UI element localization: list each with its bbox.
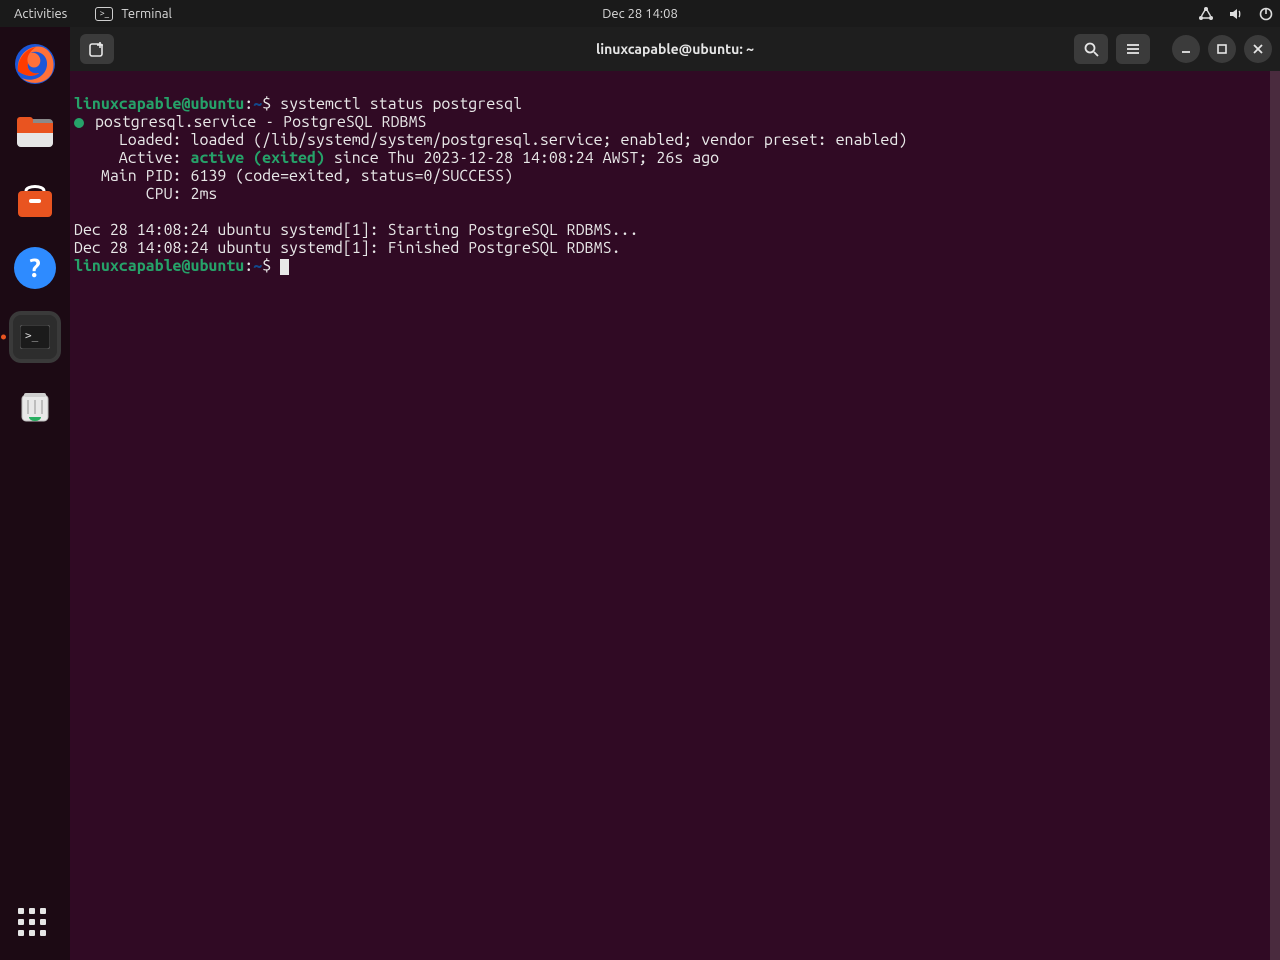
window-title: linuxcapable@ubuntu: ~	[596, 41, 754, 57]
dock-help[interactable]: ?	[10, 243, 60, 293]
app-menu[interactable]: >_ Terminal	[81, 0, 186, 27]
hamburger-menu-button[interactable]	[1116, 34, 1150, 64]
volume-icon[interactable]	[1228, 6, 1244, 22]
prompt-userhost: linuxcapable@ubuntu	[74, 95, 244, 113]
svg-text:?: ?	[29, 253, 40, 282]
log-line-2: Dec 28 14:08:24 ubuntu systemd[1]: Finis…	[74, 239, 621, 257]
prompt-sep: :	[244, 95, 253, 113]
dock-firefox[interactable]	[10, 39, 60, 89]
show-applications-button[interactable]	[18, 908, 52, 942]
network-icon[interactable]	[1198, 6, 1214, 22]
svg-text:>_: >_	[25, 329, 39, 342]
active-prefix: Active:	[74, 149, 190, 167]
terminal-cursor	[280, 259, 289, 275]
dock-terminal-active[interactable]: >_	[9, 311, 61, 363]
power-icon[interactable]	[1258, 6, 1274, 22]
terminal-icon: >_	[95, 7, 113, 21]
minimize-button[interactable]	[1172, 35, 1200, 63]
prompt-sep-2: :	[244, 257, 253, 275]
clock[interactable]: Dec 28 14:08	[588, 0, 692, 27]
terminal-window: linuxcapable@ubuntu: ~ linuxcapable@ubun…	[70, 27, 1280, 960]
search-button[interactable]	[1074, 34, 1108, 64]
dock-terminal: >_	[13, 315, 57, 359]
new-tab-button[interactable]	[80, 34, 114, 64]
prompt-sigil-2: $	[262, 257, 271, 275]
activities-button[interactable]: Activities	[0, 0, 81, 27]
command-1: systemctl status postgresql	[280, 95, 522, 113]
unit-line: postgresql.service - PostgreSQL RDBMS	[95, 113, 427, 131]
mainpid-line: Main PID: 6139 (code=exited, status=0/SU…	[74, 167, 513, 185]
prompt-sigil: $	[262, 95, 271, 113]
clock-label: Dec 28 14:08	[602, 7, 678, 21]
close-button[interactable]	[1244, 35, 1272, 63]
log-line-1: Dec 28 14:08:24 ubuntu systemd[1]: Start…	[74, 221, 638, 239]
prompt-cwd: ~	[253, 95, 262, 113]
terminal-output[interactable]: linuxcapable@ubuntu:~$ systemctl status …	[70, 71, 1280, 960]
loaded-line: Loaded: loaded (/lib/systemd/system/post…	[74, 131, 907, 149]
active-status: active (exited)	[190, 149, 324, 167]
dock-files[interactable]	[10, 107, 60, 157]
prompt-userhost-2: linuxcapable@ubuntu	[74, 257, 244, 275]
app-menu-label: Terminal	[121, 7, 172, 21]
dock-trash[interactable]	[10, 381, 60, 431]
cpu-line: CPU: 2ms	[74, 185, 217, 203]
active-suffix: since Thu 2023-12-28 14:08:24 AWST; 26s …	[325, 149, 719, 167]
status-dot-icon	[74, 118, 84, 128]
terminal-titlebar: linuxcapable@ubuntu: ~	[70, 27, 1280, 71]
maximize-button[interactable]	[1208, 35, 1236, 63]
dock: ? >_	[0, 27, 70, 960]
dock-software[interactable]	[10, 175, 60, 225]
activities-label: Activities	[14, 7, 67, 21]
prompt-cwd-2: ~	[253, 257, 262, 275]
terminal-scrollbar[interactable]	[1270, 71, 1280, 960]
gnome-top-panel: Activities >_ Terminal Dec 28 14:08	[0, 0, 1280, 27]
